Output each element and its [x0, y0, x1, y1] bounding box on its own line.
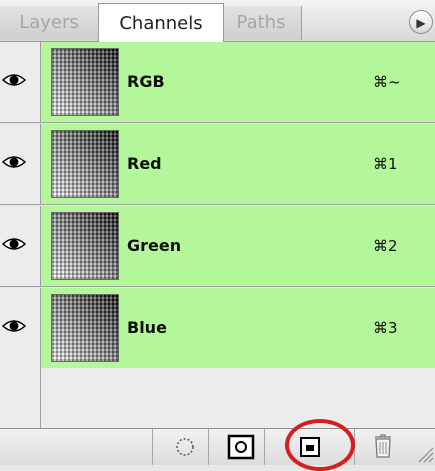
channel-thumbnail: [51, 130, 119, 198]
panel-menu-button[interactable]: ▶: [409, 10, 433, 34]
tab-bar: Layers Paths Channels ▶: [0, 0, 435, 43]
tab-channels[interactable]: Channels: [98, 3, 224, 43]
channel-thumbnail: [51, 294, 119, 362]
channel-shortcut: ⌘2: [373, 237, 398, 255]
delete-channel-button[interactable]: [354, 429, 411, 465]
visibility-toggle[interactable]: [0, 124, 41, 204]
play-arrow-icon: ▶: [416, 16, 426, 30]
mask-icon: [227, 434, 255, 460]
load-selection-button[interactable]: [152, 429, 209, 465]
channel-thumbnail: [51, 212, 119, 280]
channel-name: Blue: [127, 318, 167, 337]
channel-row-body[interactable]: Blue ⌘3: [41, 288, 435, 368]
eye-icon: [2, 156, 26, 168]
eye-icon: [2, 320, 26, 332]
channel-list-empty-area: [0, 368, 435, 428]
dotted-circle-icon: [176, 438, 194, 456]
eye-icon: [2, 238, 26, 250]
visibility-toggle[interactable]: [0, 42, 41, 122]
channel-shortcut: ⌘1: [373, 155, 398, 173]
channels-panel: Layers Paths Channels ▶ RGB ⌘~ Red ⌘1 Gr…: [0, 0, 435, 471]
tab-layers[interactable]: Layers: [0, 6, 99, 40]
save-selection-button[interactable]: [208, 429, 265, 465]
eye-icon: [2, 74, 26, 86]
panel-toolbar: [0, 428, 435, 465]
channel-row-body[interactable]: RGB ⌘~: [41, 42, 435, 122]
channel-row-red[interactable]: Red ⌘1: [0, 124, 435, 205]
eye-column-empty: [0, 368, 41, 428]
channel-row-green[interactable]: Green ⌘2: [0, 206, 435, 287]
channel-row-body[interactable]: Green ⌘2: [41, 206, 435, 286]
channel-thumbnail: [51, 48, 119, 116]
channel-shortcut: ⌘3: [373, 319, 398, 337]
channel-list: RGB ⌘~ Red ⌘1 Green ⌘2 Blue ⌘3: [0, 42, 435, 369]
resize-grip-icon[interactable]: [415, 440, 435, 464]
channel-shortcut: ⌘~: [373, 73, 401, 91]
channel-row-body[interactable]: Red ⌘1: [41, 124, 435, 204]
tab-paths[interactable]: Paths: [221, 6, 302, 40]
channel-row-rgb[interactable]: RGB ⌘~: [0, 42, 435, 123]
new-channel-icon: [300, 437, 320, 457]
channel-name: Red: [127, 154, 162, 173]
channel-row-blue[interactable]: Blue ⌘3: [0, 288, 435, 369]
new-channel-button[interactable]: [264, 429, 355, 465]
trash-icon: [375, 434, 391, 458]
channel-name: Green: [127, 236, 182, 255]
visibility-toggle[interactable]: [0, 288, 41, 368]
channel-name: RGB: [127, 72, 165, 91]
visibility-toggle[interactable]: [0, 206, 41, 286]
